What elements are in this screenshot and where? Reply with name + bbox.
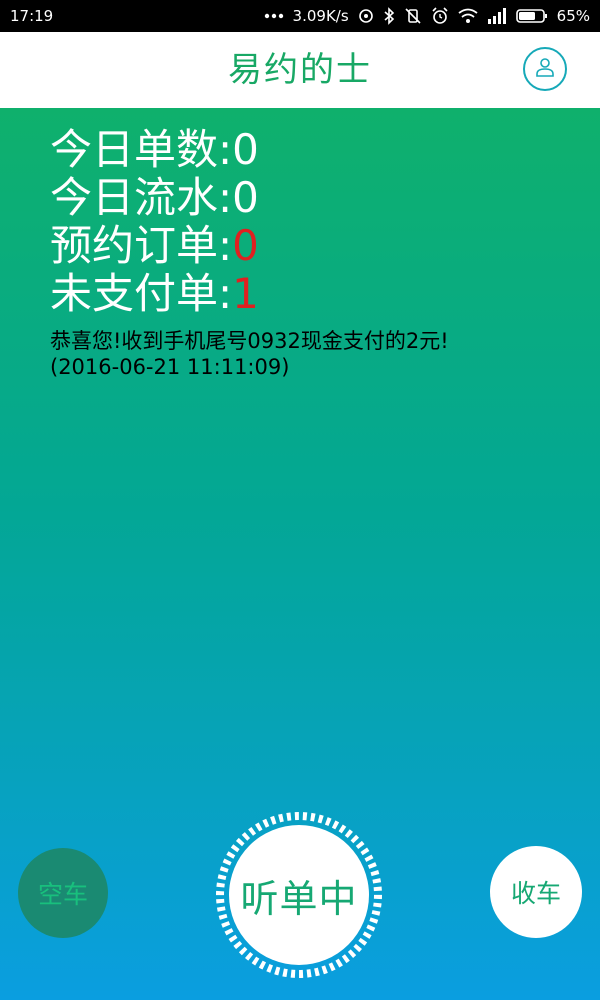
payment-notice: 恭喜您!收到手机尾号0932现金支付的2元! (2016-06-21 11:11… [50,328,449,380]
notice-date: (2016-06-21 11:11:09) [50,355,290,379]
status-time: 17:19 [10,7,54,25]
stat-unpaid-orders[interactable]: 未支付单:1 [50,270,259,318]
stat-today-revenue: 今日流水:0 [50,174,259,222]
signal-icon [487,8,507,24]
stat-reserved-orders[interactable]: 预约订单:0 [50,222,259,270]
listening-label: 听单中 [240,876,358,921]
stat-label: 今日流水: [50,173,233,222]
bluetooth-icon [383,7,395,25]
stat-value: 0 [232,125,259,174]
battery-percent: 65% [556,7,590,25]
alarm-icon [431,7,449,25]
wifi-icon [458,8,478,24]
app-title: 易约的士 [228,50,372,90]
empty-car-label: 空车 [37,880,88,909]
stat-label: 今日单数: [50,125,233,174]
profile-button[interactable] [523,47,567,91]
vibrate-off-icon [404,7,422,25]
network-speed: 3.09K/s [292,7,349,25]
listening-button[interactable]: 听单中 [215,811,383,979]
more-dots-icon [264,13,284,19]
close-car-label: 收车 [510,879,561,908]
stat-value: 1 [232,269,259,318]
status-bar: 17:19 3.09K/s 65% [0,0,600,32]
stat-label: 预约订单: [50,221,233,270]
listening-core: 听单中 [229,825,369,965]
stat-value: 0 [232,221,259,270]
stat-label: 未支付单: [50,269,233,318]
battery-icon [515,8,548,24]
stats-panel: 今日单数:0 今日流水:0 预约订单:0 未支付单:1 [50,126,259,318]
user-icon [534,56,556,82]
status-icons: 3.09K/s 65% [264,0,590,32]
notice-message: 恭喜您!收到手机尾号0932现金支付的2元! [50,329,449,353]
sync-icon [358,8,374,24]
close-car-button[interactable]: 收车 [490,846,582,938]
main-panel: 今日单数:0 今日流水:0 预约订单:0 未支付单:1 恭喜您!收到手机尾号09… [0,108,600,1000]
stat-value: 0 [232,173,259,222]
stat-today-orders: 今日单数:0 [50,126,259,174]
empty-car-button[interactable]: 空车 [18,848,108,938]
app-header: 易约的士 [0,32,600,108]
